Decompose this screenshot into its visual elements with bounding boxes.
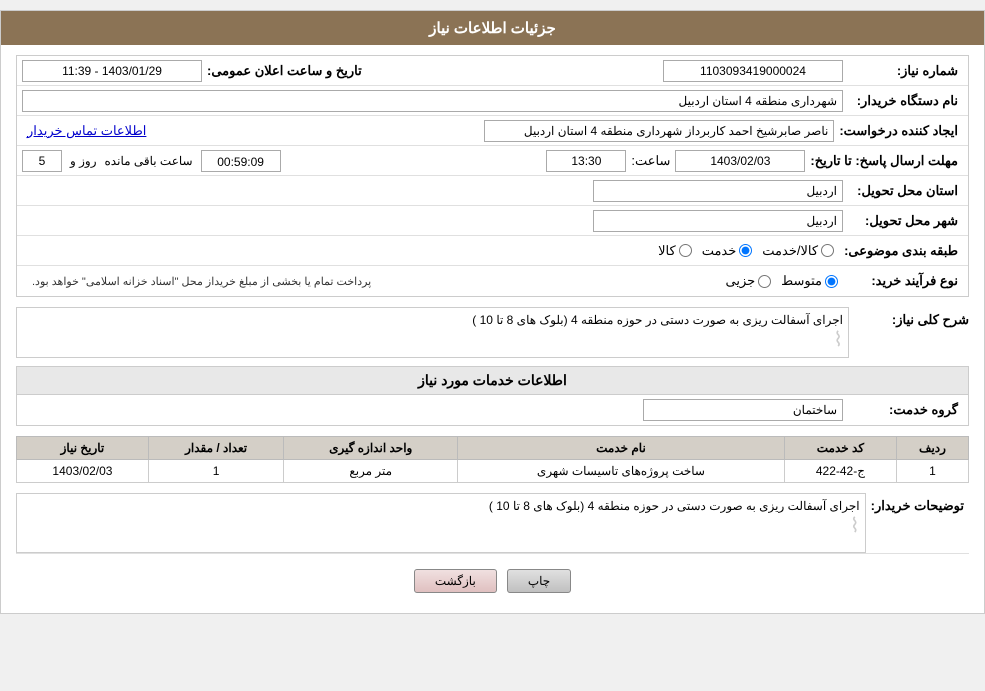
radio-motovaset-label: متوسط — [781, 273, 822, 289]
table-row: 1 ج-42-422 ساخت پروژه‌های تاسیسات شهری م… — [17, 460, 969, 483]
sharh-niaz-value: اجرای آسفالت ریزی به صورت دستی در حوزه م… — [472, 313, 843, 327]
sharh-niaz-row: شرح کلی نیاز: اجرای آسفالت ریزی به صورت … — [16, 307, 969, 358]
mohlat-label: مهلت ارسال پاسخ: تا تاریخ: — [805, 153, 963, 169]
form-section: شماره نیاز: تاریخ و ساعت اعلان عمومی: نا… — [16, 55, 969, 297]
tarikh-elan-label: تاریخ و ساعت اعلان عمومی: — [202, 63, 367, 79]
timer-roz-label: روز و — [70, 154, 97, 168]
mohlat-date-input[interactable] — [675, 150, 805, 172]
radio-kala-khedmat-input[interactable] — [821, 244, 834, 257]
timer-saat: 00:59:09 — [201, 150, 281, 172]
sharh-niaz-label: شرح کلی نیاز: — [849, 307, 969, 328]
shomara-input[interactable] — [663, 60, 843, 82]
main-content: شماره نیاز: تاریخ و ساعت اعلان عمومی: نا… — [1, 45, 984, 613]
back-button[interactable]: بازگشت — [414, 569, 497, 593]
row-shahr: شهر محل تحویل: — [17, 206, 968, 236]
cell-kod: ج-42-422 — [784, 460, 896, 483]
tozihat-value: اجرای آسفالت ریزی به صورت دستی در حوزه م… — [489, 499, 860, 513]
col-naam: نام خدمت — [458, 437, 785, 460]
row-tabaqe: طبقه بندی موضوعی: کالا/خدمت خدمت کالا — [17, 236, 968, 266]
nooe-radio-group: متوسط جزیی — [720, 273, 843, 289]
col-tarikh: تاریخ نیاز — [17, 437, 149, 460]
timer-roz-input[interactable] — [22, 150, 62, 172]
radio-motovaset: متوسط — [781, 273, 838, 289]
ostan-input[interactable] — [593, 180, 843, 202]
mohlat-time-label: ساعت: — [626, 153, 675, 169]
radio-jozi: جزیی — [725, 273, 771, 289]
cell-radif: 1 — [896, 460, 968, 483]
ostan-label: استان محل تحویل: — [843, 183, 963, 199]
tozihat-box: اجرای آسفالت ریزی به صورت دستی در حوزه م… — [16, 493, 866, 553]
tabaqe-radio-group: کالا/خدمت خدمت کالا — [653, 243, 839, 259]
radio-kala: کالا — [658, 243, 692, 259]
mohlat-time-input[interactable] — [546, 150, 626, 172]
radio-motovaset-input[interactable] — [825, 275, 838, 288]
row-shomara: شماره نیاز: تاریخ و ساعت اعلان عمومی: — [17, 56, 968, 86]
name-dasgah-input[interactable] — [22, 90, 843, 112]
col-kod: کد خدمت — [784, 437, 896, 460]
khedamat-section-title: اطلاعات خدمات مورد نیاز — [16, 366, 969, 394]
shomara-label: شماره نیاز: — [843, 63, 963, 79]
col-tedad: تعداد / مقدار — [148, 437, 283, 460]
khedamat-form-section: گروه خدمت: — [16, 394, 969, 426]
buttons-row: چاپ بازگشت — [16, 559, 969, 603]
page-title: جزئیات اطلاعات نیاز — [429, 20, 556, 37]
tozihat-label: توضیحات خریدار: — [866, 493, 969, 519]
tabaqe-label: طبقه بندی موضوعی: — [839, 243, 963, 259]
radio-jozi-label: جزیی — [725, 273, 755, 289]
tarikh-elan-input[interactable] — [22, 60, 202, 82]
timer-row: 00:59:09 ساعت باقی مانده روز و — [22, 150, 281, 172]
gorohe-khedmat-input[interactable] — [643, 399, 843, 421]
page-header: جزئیات اطلاعات نیاز — [1, 11, 984, 45]
row-gorohe-khedmat: گروه خدمت: — [17, 395, 968, 425]
tozihat-row: توضیحات خریدار: اجرای آسفالت ریزی به صور… — [16, 493, 969, 554]
row-ostan: استان محل تحویل: — [17, 176, 968, 206]
print-button[interactable]: چاپ — [507, 569, 571, 593]
radio-kala-khedmat-label: کالا/خدمت — [762, 243, 818, 259]
col-radif: ردیف — [896, 437, 968, 460]
cell-naam: ساخت پروژه‌های تاسیسات شهری — [458, 460, 785, 483]
services-table-section: ردیف کد خدمت نام خدمت واحد اندازه گیری ت… — [16, 436, 969, 483]
cell-tedad: 1 — [148, 460, 283, 483]
cell-vahed: متر مربع — [284, 460, 458, 483]
ettelaat-link[interactable]: اطلاعات تماس خریدار — [27, 123, 146, 139]
page-wrapper: جزئیات اطلاعات نیاز شماره نیاز: تاریخ و … — [0, 10, 985, 614]
nooe-note: پرداخت تمام یا بخشی از مبلغ خریداز محل "… — [22, 275, 371, 288]
name-dasgah-label: نام دستگاه خریدار: — [843, 93, 963, 109]
row-nooe: نوع فرآیند خرید: متوسط جزیی پرداخت تمام … — [17, 266, 968, 296]
row-ijad: ایجاد کننده درخواست: اطلاعات تماس خریدار — [17, 116, 968, 146]
row-mohlat: مهلت ارسال پاسخ: تا تاریخ: ساعت: 00:59:0… — [17, 146, 968, 176]
radio-kala-input[interactable] — [679, 244, 692, 257]
gorohe-khedmat-label: گروه خدمت: — [843, 402, 963, 418]
radio-kala-khedmat: کالا/خدمت — [762, 243, 834, 259]
col-vahed: واحد اندازه گیری — [284, 437, 458, 460]
radio-khedmat: خدمت — [702, 243, 753, 259]
sharh-niaz-box: اجرای آسفالت ریزی به صورت دستی در حوزه م… — [16, 307, 849, 358]
nooe-label: نوع فرآیند خرید: — [843, 273, 963, 289]
row-name-dasgah: نام دستگاه خریدار: — [17, 86, 968, 116]
services-table: ردیف کد خدمت نام خدمت واحد اندازه گیری ت… — [16, 436, 969, 483]
radio-khedmat-input[interactable] — [739, 244, 752, 257]
radio-jozi-input[interactable] — [758, 275, 771, 288]
radio-kala-label: کالا — [658, 243, 676, 259]
ijad-input[interactable] — [484, 120, 834, 142]
shahr-input[interactable] — [593, 210, 843, 232]
radio-khedmat-label: خدمت — [702, 243, 737, 259]
ijad-label: ایجاد کننده درخواست: — [834, 123, 963, 139]
shahr-label: شهر محل تحویل: — [843, 213, 963, 229]
cell-tarikh: 1403/02/03 — [17, 460, 149, 483]
timer-saat-label: ساعت باقی مانده — [105, 154, 193, 168]
